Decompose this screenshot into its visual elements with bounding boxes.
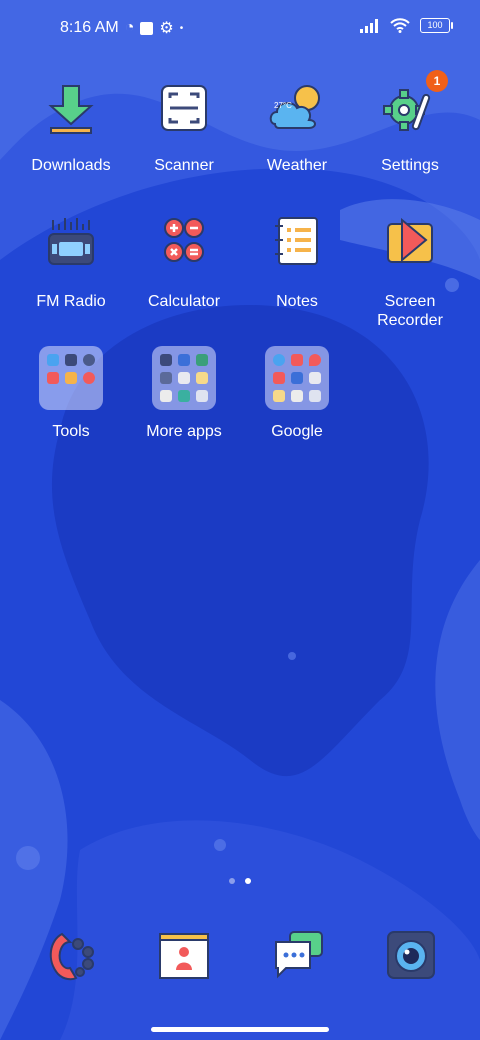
- app-calculator[interactable]: Calculator: [128, 216, 240, 311]
- clock: 8:16 AM: [60, 19, 119, 36]
- messages-icon: [275, 931, 323, 979]
- app-label: Settings: [381, 157, 439, 174]
- radio-icon: [39, 216, 103, 280]
- weather-icon: 27°C: [265, 80, 329, 144]
- app-label: Screen Recorder: [377, 293, 443, 329]
- app-weather[interactable]: 27°C Weather: [241, 80, 353, 175]
- downloads-icon: [39, 80, 103, 144]
- app-label: Scanner: [154, 157, 214, 174]
- app-settings[interactable]: 1 Settings: [354, 70, 466, 175]
- camera-icon: [387, 931, 435, 979]
- wifi-icon: [390, 18, 410, 33]
- app-label: Google: [271, 423, 323, 440]
- folder-icon: [265, 346, 329, 410]
- dock-phone[interactable]: [44, 930, 96, 982]
- dot-icon: •: [179, 22, 184, 34]
- folder-icon: [39, 346, 103, 410]
- phone-icon: [49, 932, 94, 981]
- app-label: More apps: [146, 423, 222, 440]
- app-label: FM Radio: [36, 293, 106, 310]
- app-fm-radio[interactable]: FM Radio: [15, 216, 127, 311]
- dock-camera[interactable]: [386, 930, 438, 982]
- app-label: Weather: [266, 157, 328, 174]
- dock-messages[interactable]: [272, 930, 324, 982]
- app-screen-recorder[interactable]: Screen Recorder: [354, 216, 466, 330]
- page-dot-active[interactable]: [245, 878, 251, 884]
- app-downloads[interactable]: Downloads: [15, 80, 127, 175]
- app-label: Calculator: [147, 293, 221, 310]
- app-scanner[interactable]: Scanner: [128, 80, 240, 175]
- app-label: Notes: [276, 293, 318, 310]
- scanner-icon: [152, 80, 216, 144]
- notification-square-icon: [140, 21, 154, 35]
- calculator-icon: [152, 216, 216, 280]
- signal-icon: [360, 18, 378, 33]
- page-dot[interactable]: [229, 878, 235, 884]
- app-label: Downloads: [31, 157, 111, 174]
- notification-badge: 1: [426, 70, 448, 92]
- app-notes[interactable]: Notes: [241, 216, 353, 311]
- data-saver-icon: ◔: [124, 19, 135, 36]
- app-label: Tools: [52, 423, 90, 440]
- gear-icon: ⚙: [159, 20, 174, 37]
- home-indicator[interactable]: [151, 1027, 329, 1032]
- notes-icon: [265, 216, 329, 280]
- settings-icon: 1: [378, 70, 448, 144]
- dock-contacts[interactable]: [158, 930, 210, 982]
- screen-recorder-icon: [378, 216, 442, 280]
- battery-level: 100: [427, 20, 443, 30]
- folder-google[interactable]: Google: [241, 346, 353, 441]
- battery-icon: 100: [420, 18, 453, 33]
- folder-icon: [152, 346, 216, 410]
- page-indicator: [0, 878, 480, 884]
- weather-temp: 27°C: [274, 101, 292, 110]
- status-bar: 8:16 AM ◔ ⚙ • 100: [0, 0, 480, 56]
- contacts-icon: [159, 933, 209, 979]
- folder-tools[interactable]: Tools: [15, 346, 127, 441]
- folder-more-apps[interactable]: More apps: [128, 346, 240, 441]
